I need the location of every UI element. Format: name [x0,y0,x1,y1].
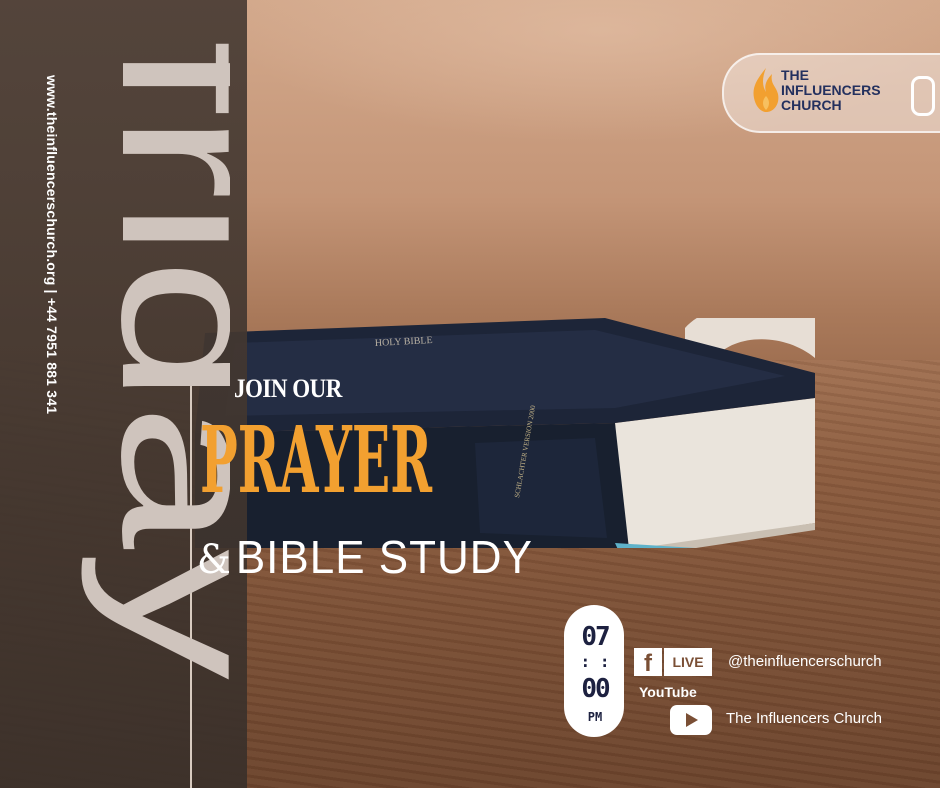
live-label: LIVE [672,654,704,670]
youtube-channel: The Influencers Church [726,710,882,727]
flame-icon [753,68,779,112]
logo-line-1: THE [781,67,809,83]
logo-line-3: CHURCH [781,97,842,113]
facebook-handle: @theinfluencerschurch [728,653,882,670]
youtube-icon [670,705,712,735]
church-logo-text: THE INFLUENCERS CHURCH [781,68,901,113]
time-minute: 00 [581,674,610,704]
youtube-label: YouTube [639,684,697,700]
facebook-f-glyph: f [644,650,652,677]
prayer-title: PRAYER [200,406,432,500]
time-ampm: PM [587,710,603,724]
time-colon: : : [580,652,610,671]
logo-side-mark [911,76,935,116]
time-hour: 07 [581,622,610,652]
ampersand: & [197,536,232,583]
logo-line-2: INFLUENCERS [781,82,881,98]
prayer-text: PRAYER [200,406,432,500]
website-phone-text: www.theinfluencerschurch.org | +44 7951 … [44,75,60,415]
bible-study-text: BIBLE STUDY [235,532,533,584]
contact-info: www.theinfluencerschurch.org | +44 7951 … [40,75,62,495]
bible-study-subtitle: &BIBLE STUDY [197,532,533,585]
